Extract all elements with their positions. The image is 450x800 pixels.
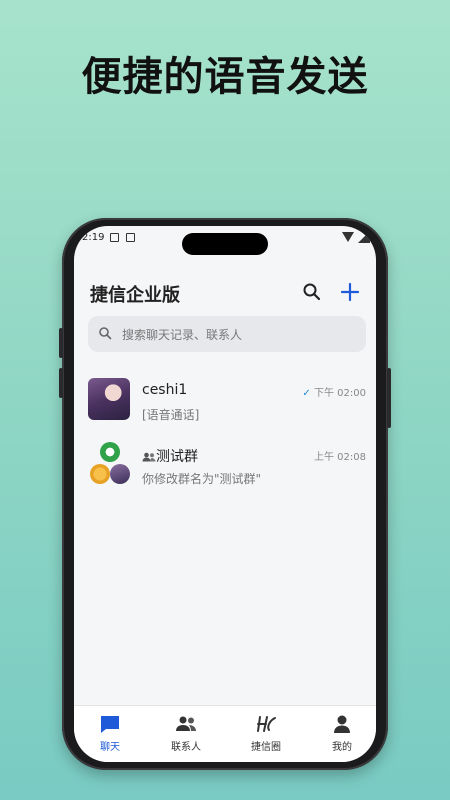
conversation-time: ✓ 下午 02:00 xyxy=(302,384,366,399)
volume-down-button xyxy=(59,368,63,398)
group-member-avatar xyxy=(90,464,110,484)
group-member-avatar xyxy=(110,464,130,484)
conversation-time: 上午 02:08 xyxy=(314,452,366,463)
conversation-item[interactable]: ceshi1 ✓ 下午 02:00 [语音通话] xyxy=(74,378,376,440)
tab-label: 联系人 xyxy=(171,742,201,753)
notification-icon xyxy=(126,233,135,242)
promo-headline: 便捷的语音发送 xyxy=(81,54,369,100)
group-member-avatar xyxy=(100,442,120,462)
app-title: 捷信企业版 xyxy=(90,285,180,306)
conversation-time-text: 下午 02:00 xyxy=(314,388,366,399)
phone-frame: 2:19 捷信企业版 搜索聊天记录、联系人 ceshi1 ✓ 下午 02:00 … xyxy=(59,218,391,770)
tab-label: 聊天 xyxy=(100,742,120,753)
profile-icon xyxy=(334,715,350,733)
tab-contacts[interactable]: 联系人 xyxy=(156,714,216,753)
conversation-item[interactable]: 测试群 上午 02:08 你修改群名为"测试群" xyxy=(74,442,376,504)
signal-icon xyxy=(358,231,370,243)
conversation-name: 测试群 xyxy=(142,446,198,466)
contacts-icon xyxy=(176,716,196,731)
tab-label: 捷信圈 xyxy=(251,742,281,753)
search-placeholder: 搜索聊天记录、联系人 xyxy=(122,328,243,342)
tab-chat[interactable]: 聊天 xyxy=(80,714,140,753)
volume-up-button xyxy=(59,328,63,358)
image-icon xyxy=(110,233,119,242)
app-screen: 2:19 捷信企业版 搜索聊天记录、联系人 ceshi1 ✓ 下午 02:00 … xyxy=(74,226,376,762)
status-bar: 2:19 xyxy=(74,226,376,255)
group-icon xyxy=(142,452,156,462)
read-check-icon: ✓ xyxy=(302,388,311,399)
avatar xyxy=(88,378,130,420)
tab-profile[interactable]: 我的 xyxy=(312,714,372,753)
conversation-preview: [语音通话] xyxy=(142,408,200,422)
power-button xyxy=(387,368,391,428)
search-bar[interactable]: 搜索聊天记录、联系人 xyxy=(88,316,366,352)
group-avatar xyxy=(88,442,132,486)
status-time: 2:19 xyxy=(82,232,105,243)
moments-icon xyxy=(257,716,276,732)
tab-moments[interactable]: 捷信圈 xyxy=(236,714,296,753)
conversation-name: ceshi1 xyxy=(142,382,188,398)
chat-bubble-icon xyxy=(101,716,119,733)
tab-label: 我的 xyxy=(332,742,352,753)
add-icon[interactable] xyxy=(338,280,362,304)
dynamic-island xyxy=(182,233,268,255)
search-icon xyxy=(99,327,112,340)
bottom-tab-bar: 聊天 联系人 捷信圈 我的 xyxy=(74,705,376,762)
wifi-icon xyxy=(342,232,354,242)
search-icon[interactable] xyxy=(302,282,322,302)
group-name-text: 测试群 xyxy=(156,449,198,465)
conversation-preview: 你修改群名为"测试群" xyxy=(142,472,262,486)
